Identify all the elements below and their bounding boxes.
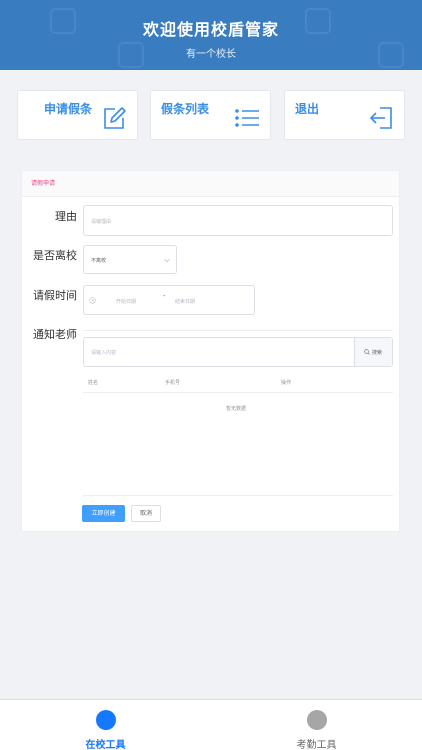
reason-input[interactable]: 请输理由 [83,205,393,236]
column-name: 姓名 [88,380,99,386]
cancel-button[interactable]: 取消 [131,505,161,522]
list-icon [235,109,259,127]
apply-leave-tile[interactable]: 申请假条 [17,90,138,140]
tile-label: 申请假条 [44,102,93,116]
search-placeholder: 请输入内容 [91,350,117,356]
notify-teacher-label: 通知老师 [33,328,77,341]
teacher-search-input[interactable]: 请输入内容 [84,338,355,366]
date-separator: - [163,292,166,300]
attendance-tools-icon [306,710,327,730]
chevron-down-icon [164,258,170,263]
leave-school-value: 不离校 [91,258,107,264]
tab-label: 考勤工具 [296,740,337,750]
leave-list-tile[interactable]: 假条列表 [150,90,271,140]
page-title: 欢迎使用校盾管家 [142,20,279,39]
tab-label: 在校工具 [85,740,126,750]
divider [83,330,393,331]
page-subtitle: 有一个校长 [186,49,236,60]
school-tools-icon [95,710,116,730]
teacher-table-header: 姓名 手机号 操作 [83,371,393,393]
logout-icon [369,107,392,129]
reason-placeholder: 请输理由 [91,219,112,225]
start-date-placeholder: 开始日期 [116,299,137,305]
leave-school-select[interactable]: 不离校 [83,245,177,274]
search-icon [364,349,370,355]
leave-time-label: 请假时间 [33,289,77,302]
card-title: 请假申请 [22,171,399,197]
logout-tile[interactable]: 退出 [284,90,405,140]
leave-form-card: 请假申请 理由 请输理由 是否离校 不离校 请假时间 开始日期 - 结束日期 通… [21,170,400,532]
tile-label: 假条列表 [161,102,210,116]
reason-label: 理由 [55,210,77,223]
clock-icon [89,297,96,304]
teacher-search-group: 请输入内容 搜索 [83,337,393,367]
bottom-tab-bar: 在校工具 考勤工具 [0,699,422,750]
edit-icon [104,107,126,129]
table-bottom-border [83,495,393,496]
search-button[interactable]: 搜索 [354,338,392,366]
tab-attendance-tools[interactable]: 考勤工具 [211,700,422,750]
column-phone: 手机号 [165,380,181,386]
leave-school-label: 是否离校 [33,249,77,262]
column-action: 操作 [281,380,292,386]
end-date-placeholder: 结束日期 [175,299,196,305]
date-range-picker[interactable]: 开始日期 - 结束日期 [83,285,255,315]
tile-label: 退出 [295,102,320,116]
search-button-label: 搜索 [372,350,383,356]
tab-school-tools[interactable]: 在校工具 [0,700,211,750]
submit-button[interactable]: 立即创建 [82,505,125,522]
app-header: 欢迎使用校盾管家 有一个校长 [0,0,422,70]
table-empty-text: 暂无数据 [226,406,247,412]
